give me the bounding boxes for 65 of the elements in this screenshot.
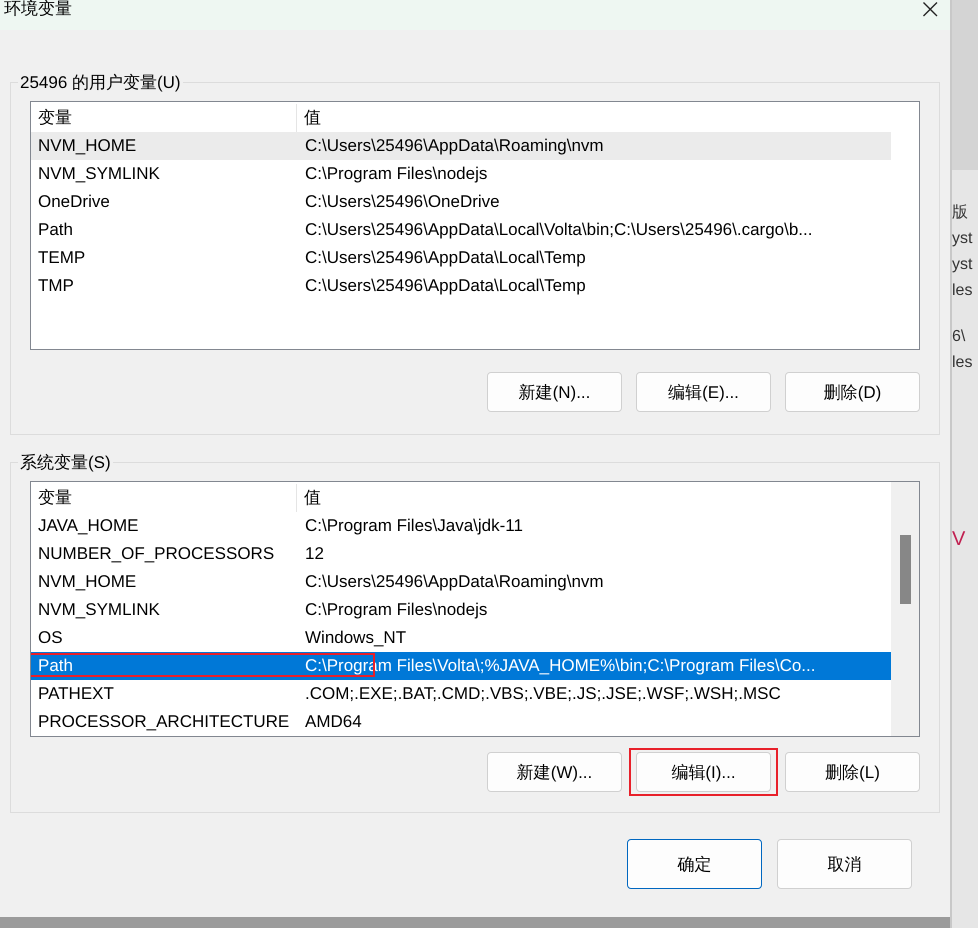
- action-button[interactable]: 编辑(I)...: [636, 752, 771, 792]
- list-row[interactable]: PATHEXT .COM;.EXE;.BAT;.CMD;.VBS;.VBE;.JS;.JSE;.WSF;.WSH;.MSC: [31, 680, 891, 708]
- column-header[interactable]: 值: [297, 104, 321, 132]
- action-button[interactable]: 删除(L): [785, 752, 920, 792]
- variable-value: C:\Users\25496\AppData\Roaming\nvm: [304, 571, 604, 593]
- action-button[interactable]: 删除(D): [785, 372, 920, 412]
- list-row[interactable]: JAVA_HOME C:\Program Files\Java\jdk-11: [31, 512, 891, 540]
- group-label: 25496 的用户变量(U): [19, 72, 182, 94]
- action-button[interactable]: 编辑(E)...: [636, 372, 771, 412]
- list-row[interactable]: NVM_SYMLINK C:\Program Files\nodejs: [31, 596, 891, 624]
- text-fragment: 版: [952, 203, 968, 223]
- variable-name: Path: [37, 219, 74, 241]
- close-button[interactable]: ×: [910, 0, 950, 20]
- text-fragment: V: [952, 527, 966, 552]
- text-fragment: 6\: [952, 327, 966, 347]
- variable-value: C:\Program Files\nodejs: [304, 599, 488, 621]
- list-row[interactable]: Path C:\Users\25496\AppData\Local\Volta\bin;C:\Users\25496\.cargo\b...: [31, 216, 891, 244]
- list-row[interactable]: NVM_HOME C:\Users\25496\AppData\Roaming\nvm: [31, 568, 891, 596]
- variable-value: C:\Program Files\nodejs: [304, 163, 488, 185]
- variable-value: .COM;.EXE;.BAT;.CMD;.VBS;.VBE;.JS;.JSE;.WSF;.WSH;.MSC: [304, 683, 781, 705]
- text-fragment: les: [952, 281, 972, 301]
- list-row[interactable]: NVM_HOME C:\Users\25496\AppData\Roaming\nvm: [31, 132, 891, 160]
- list-row[interactable]: TEMP C:\Users\25496\AppData\Local\Temp: [31, 244, 891, 272]
- text-fragment: les: [952, 353, 972, 373]
- group-label: 系统变量(S): [19, 452, 112, 474]
- list-row[interactable]: NVM_SYMLINK C:\Program Files\nodejs: [31, 160, 891, 188]
- variable-name: OS: [37, 627, 64, 649]
- variable-name: Path: [37, 655, 74, 677]
- cancel-button[interactable]: 取消: [777, 839, 912, 889]
- scrollbar-thumb[interactable]: [900, 535, 910, 604]
- variable-name: OneDrive: [37, 191, 111, 213]
- variable-value: C:\Users\25496\AppData\Local\Temp: [304, 247, 586, 269]
- list-row[interactable]: TMP C:\Users\25496\AppData\Local\Temp: [31, 272, 891, 300]
- variable-name: JAVA_HOME: [37, 515, 140, 537]
- variable-name: PROCESSOR_ARCHITECTURE: [37, 711, 290, 733]
- variable-name: NVM_HOME: [37, 571, 138, 593]
- text-fragment: yst: [952, 255, 972, 275]
- variable-value: Windows_NT: [304, 627, 406, 649]
- variable-value: C:\Users\25496\AppData\Local\Volta\bin;C:\Users\25496\.cargo\b...: [304, 219, 812, 241]
- variable-name: PATHEXT: [37, 683, 115, 705]
- variable-name: NVM_SYMLINK: [37, 163, 161, 185]
- variable-name: NVM_SYMLINK: [37, 599, 161, 621]
- variable-name: TMP: [37, 275, 75, 297]
- variable-value: C:\Users\25496\OneDrive: [304, 191, 500, 213]
- list-row[interactable]: OneDrive C:\Users\25496\OneDrive: [31, 188, 891, 216]
- variable-value: AMD64: [304, 711, 362, 733]
- column-header[interactable]: 变量: [31, 484, 297, 512]
- column-header[interactable]: 值: [297, 484, 321, 512]
- list-row[interactable]: OS Windows_NT: [31, 624, 891, 652]
- variable-value: C:\Users\25496\AppData\Local\Temp: [304, 275, 586, 297]
- text-fragment: yst: [952, 229, 972, 249]
- ok-button[interactable]: 确定: [627, 839, 762, 889]
- list-row[interactable]: PROCESSOR_ARCHITECTURE AMD64: [31, 708, 891, 736]
- list-row[interactable]: NUMBER_OF_PROCESSORS 12: [31, 540, 891, 568]
- variable-name: TEMP: [37, 247, 86, 269]
- variable-value: C:\Program Files\Java\jdk-11: [304, 515, 523, 537]
- variable-list[interactable]: [30, 101, 920, 350]
- variable-name: NUMBER_OF_PROCESSORS: [37, 543, 276, 565]
- variable-name: NVM_HOME: [37, 135, 138, 157]
- scrollbar[interactable]: [891, 482, 919, 736]
- action-button[interactable]: 新建(N)...: [487, 372, 622, 412]
- variable-list[interactable]: [30, 481, 920, 737]
- action-button[interactable]: 新建(W)...: [487, 752, 622, 792]
- variable-value: 12: [304, 543, 324, 565]
- variable-value: C:\Users\25496\AppData\Roaming\nvm: [304, 135, 604, 157]
